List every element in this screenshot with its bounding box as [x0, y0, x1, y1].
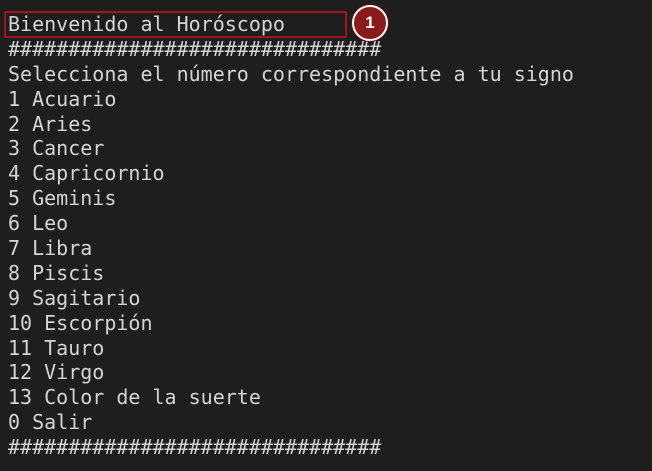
menu-option-piscis: 8 Piscis	[8, 260, 105, 285]
menu-option-leo: 6 Leo	[8, 211, 69, 236]
menu-option-geminis: 5 Geminis	[8, 186, 117, 211]
menu-option-cancer: 3 Cancer	[8, 136, 105, 161]
menu-option-sagitario: 9 Sagitario	[8, 285, 141, 310]
menu-option-salir: 0 Salir	[8, 410, 93, 435]
menu-option-capricornio: 4 Capricornio	[8, 161, 165, 186]
terminal-separator-bottom: ###############################	[8, 435, 382, 460]
terminal-output: Bienvenido al Horóscopo ################…	[8, 12, 648, 460]
menu-option-libra: 7 Libra	[8, 236, 93, 261]
menu-option-acuario: 1 Acuario	[8, 86, 117, 111]
terminal-prompt-line: Selecciona el número correspondiente a t…	[8, 61, 574, 86]
terminal-separator-top: ###############################	[8, 36, 382, 61]
menu-option-tauro: 11 Tauro	[8, 335, 105, 360]
menu-option-aries: 2 Aries	[8, 111, 93, 136]
menu-option-color-suerte: 13 Color de la suerte	[8, 385, 261, 410]
menu-option-virgo: 12 Virgo	[8, 360, 105, 385]
annotation-step-badge: 1	[352, 5, 388, 41]
menu-option-escorpion: 10 Escorpión	[8, 310, 153, 335]
annotation-highlight-box	[4, 11, 347, 38]
